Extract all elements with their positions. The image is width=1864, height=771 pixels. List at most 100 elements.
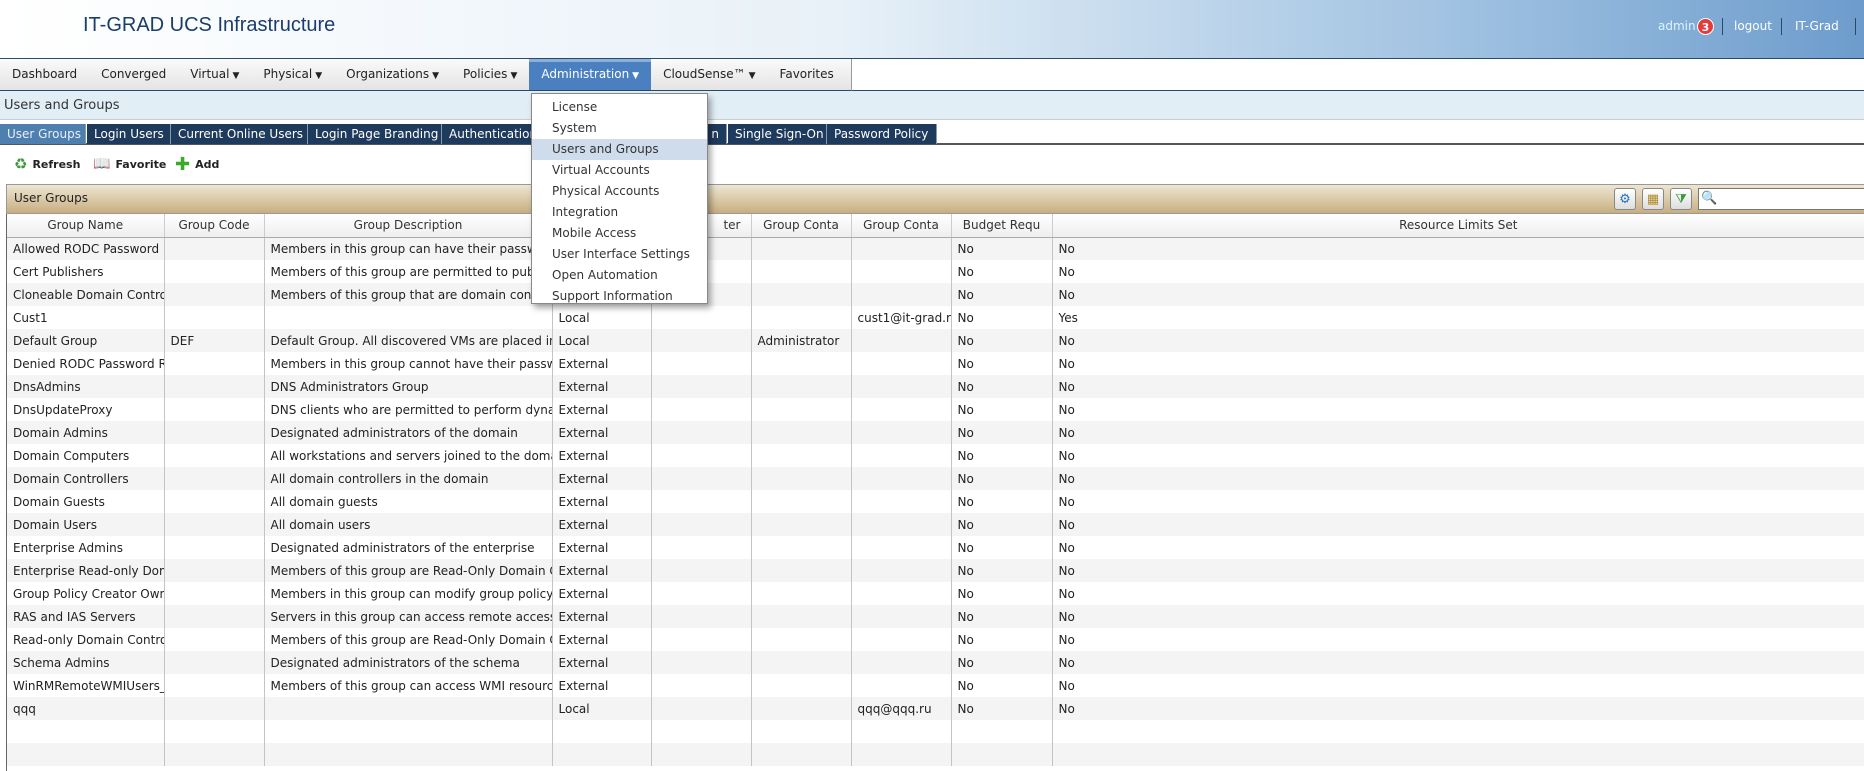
menu-item-users-and-groups[interactable]: Users and Groups [532,139,707,160]
table-row[interactable]: DnsUpdateProxy DNS clients who are permit… [7,398,1864,421]
filter-add-icon[interactable]: ⧩ [1670,188,1692,210]
table-cell [651,444,752,467]
tab-authentication[interactable]: Authentication [442,124,542,144]
table-row[interactable]: Default Group DEF Default Group. All disco… [7,329,1864,352]
table-cell [751,398,852,421]
nav-item-cloudsense[interactable]: CloudSense™ ▼ [651,59,767,90]
tab-user-groups[interactable]: User Groups [0,124,86,144]
nav-item-administration[interactable]: Administration ▼ [529,59,652,90]
nav-item-organizations[interactable]: Organizations ▼ [334,59,451,90]
user-link[interactable]: admin [1658,19,1696,33]
table-cell: External [552,674,652,697]
table-cell [264,743,553,766]
column-header[interactable]: Group Code [164,214,265,238]
table-cell [851,490,952,513]
table-row[interactable]: Enterprise Read-only Dom Members of this … [7,559,1864,582]
table-cell: DnsUpdateProxy [7,398,165,421]
table-row[interactable] [7,743,1864,766]
add-button[interactable]: ✚ Add [175,154,219,175]
table-row[interactable]: Group Policy Creator Own Members in this … [7,582,1864,605]
table-row[interactable]: Denied RODC Password R Members in this gr… [7,352,1864,375]
table-row[interactable]: Cloneable Domain Contro Members of this g… [7,283,1864,306]
table-row[interactable]: Domain Admins Designated administrators o… [7,421,1864,444]
settings-gear-icon[interactable]: ⚙ [1614,188,1636,210]
table-cell: External [552,513,652,536]
nav-item-physical[interactable]: Physical ▼ [251,59,334,90]
table-row[interactable] [7,720,1864,743]
table-cell [851,720,952,743]
notification-badge[interactable]: 3 [1697,18,1714,35]
table-row[interactable]: Enterprise Admins Designated administrato… [7,536,1864,559]
table-cell [751,674,852,697]
table-row[interactable]: Domain Guests All domain guests External No… [7,490,1864,513]
tab-current-online-users[interactable]: Current Online Users [171,124,308,144]
table-cell [164,674,265,697]
table-row[interactable]: Domain Users All domain users External No No [7,513,1864,536]
caret-down-icon: ▼ [510,71,518,81]
logout-link[interactable]: logout [1734,19,1772,33]
table-cell: Cloneable Domain Contro [7,283,165,306]
main-nav: Dashboard Converged Virtual ▼ Physical ▼ Organ… [0,59,852,91]
menu-item-user-interface-settings[interactable]: User Interface Settings [532,244,707,265]
menu-item-system[interactable]: System [532,118,707,139]
favorite-button[interactable]: 📖 Favorite [93,154,166,174]
table-cell: WinRMRemoteWMIUsers__ [7,674,165,697]
menu-item-mobile-access[interactable]: Mobile Access [532,223,707,244]
nav-item-label: Favorites [779,67,834,81]
table-row[interactable]: WinRMRemoteWMIUsers__ Members of this gro… [7,674,1864,697]
table-row[interactable]: Domain Computers All workstations and ser… [7,444,1864,467]
table-row[interactable]: Cert Publishers Members of this group are… [7,260,1864,283]
nav-item-dashboard[interactable]: Dashboard [0,59,89,90]
table-row[interactable]: RAS and IAS Servers Servers in this group… [7,605,1864,628]
menu-item-physical-accounts[interactable]: Physical Accounts [532,181,707,202]
table-cell [164,467,265,490]
table-row[interactable]: Read-only Domain Contro Members of this g… [7,628,1864,651]
menu-item-virtual-accounts[interactable]: Virtual Accounts [532,160,707,181]
table-cell: No [951,651,1053,674]
menu-item-support-information[interactable]: Support Information [532,286,707,307]
tab-single-sign-on[interactable]: Single Sign-On [728,124,827,144]
table-cell [164,421,265,444]
tab-login-page-branding[interactable]: Login Page Branding [308,124,442,144]
table-row[interactable]: Cust1 Local cust1@it-grad.ru No Yes [7,306,1864,329]
column-header[interactable]: Group Conta [751,214,852,238]
table-cell [751,605,852,628]
table-cell: No [1052,674,1864,697]
table-cell: External [552,536,652,559]
column-header[interactable]: Group Name [7,214,165,238]
nav-item-favorites[interactable]: Favorites [768,59,846,90]
table-cell: DNS Administrators Group [264,375,553,398]
table-cell: Members of this group can access WMI res… [264,674,553,697]
table-cell [751,743,852,766]
table-cell [651,559,752,582]
table-cell [164,352,265,375]
menu-item-license[interactable]: License [532,97,707,118]
nav-item-virtual[interactable]: Virtual ▼ [178,59,251,90]
table-row[interactable]: qqq Local qqq@qqq.ru No No [7,697,1864,720]
column-header[interactable]: Resource Limits Set [1052,214,1864,238]
tenant-link[interactable]: IT-Grad [1795,19,1839,33]
table-row[interactable]: Schema Admins Designated administrators o… [7,651,1864,674]
table-cell: All domain controllers in the domain [264,467,553,490]
table-row[interactable]: DnsAdmins DNS Administrators Group Externa… [7,375,1864,398]
tab-login-users[interactable]: Login Users [87,124,171,144]
refresh-button[interactable]: ♻ Refresh [14,154,80,174]
caret-down-icon: ▼ [632,71,640,81]
table-cell [651,628,752,651]
table-cell [751,352,852,375]
menu-item-open-automation[interactable]: Open Automation [532,265,707,286]
column-header[interactable]: Group Conta [851,214,952,238]
nav-item-converged[interactable]: Converged [89,59,178,90]
table-row[interactable]: Domain Controllers All domain controllers… [7,467,1864,490]
column-header[interactable]: Budget Requ [951,214,1053,238]
nav-item-policies[interactable]: Policies ▼ [451,59,529,90]
table-row[interactable]: Allowed RODC Password R Members in this g… [7,237,1864,260]
column-header[interactable]: Group Description [264,214,553,238]
table-cell [164,720,265,743]
table-cell [751,582,852,605]
search-input[interactable] [1698,188,1864,210]
menu-item-integration[interactable]: Integration [532,202,707,223]
export-icon[interactable]: ▦ [1642,188,1664,210]
tab-password-policy[interactable]: Password Policy [827,124,937,144]
table-cell [164,697,265,720]
